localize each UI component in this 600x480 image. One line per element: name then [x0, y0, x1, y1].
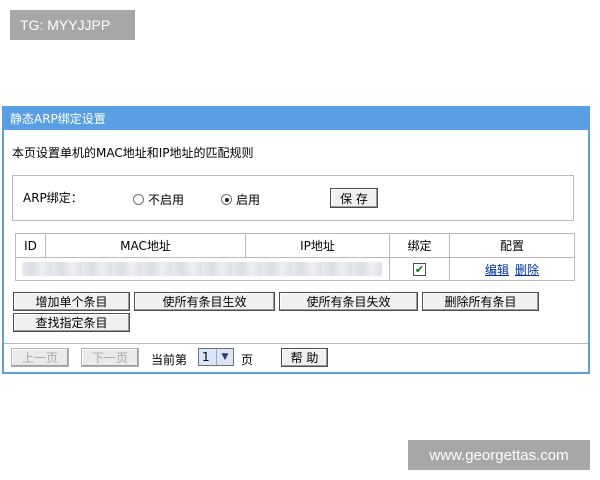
save-button[interactable]: 保 存 — [330, 188, 378, 208]
delete-link[interactable]: 删除 — [515, 261, 539, 278]
enable-all-button[interactable]: 使所有条目生效 — [134, 292, 275, 311]
panel-title-text: 静态ARP绑定设置 — [10, 111, 106, 126]
arp-settings-box: ARP绑定： 不启用 启用 保 存 — [12, 175, 574, 221]
radio-enable-label: 启用 — [236, 193, 261, 207]
chevron-down-icon[interactable]: ▼ — [216, 349, 233, 365]
arp-table: ID MAC地址 IP地址 绑定 配置 ✔ 编辑 删除 — [15, 233, 575, 281]
add-entry-button[interactable]: 增加单个条目 — [13, 292, 130, 311]
page-select[interactable]: 1 ▼ — [198, 348, 234, 366]
panel-border-left — [2, 130, 4, 374]
bound-checkbox[interactable]: ✔ — [413, 262, 426, 276]
header-mac: MAC地址 — [46, 234, 246, 258]
panel-title: 静态ARP绑定设置 — [2, 106, 590, 130]
delete-all-button[interactable]: 删除所有条目 — [422, 292, 539, 311]
watermark-bottom-right: www.georgettas.com — [408, 440, 590, 470]
header-id: ID — [16, 234, 46, 258]
panel-description: 本页设置单机的MAC地址和IP地址的匹配规则 — [12, 146, 254, 160]
disable-all-button[interactable]: 使所有条目失效 — [279, 292, 418, 311]
header-config: 配置 — [450, 234, 574, 258]
arp-binding-label: ARP绑定： — [23, 191, 83, 205]
radio-disable-label: 不启用 — [148, 193, 185, 207]
radio-disable[interactable]: 不启用 — [133, 191, 184, 208]
radio-disable-circle-icon[interactable] — [133, 194, 144, 205]
pager-divider — [4, 343, 588, 344]
bound-cell: ✔ — [390, 258, 450, 280]
panel-border-right — [588, 130, 590, 374]
header-bound: 绑定 — [390, 234, 450, 258]
blurred-data — [22, 262, 382, 276]
current-page-suffix: 页 — [241, 353, 254, 367]
page-select-value: 1 — [199, 349, 216, 365]
header-ip: IP地址 — [246, 234, 390, 258]
watermark-top-left: TG: MYYJJPP — [10, 10, 135, 40]
radio-enable[interactable]: 启用 — [221, 191, 260, 208]
current-page-prefix: 当前第 — [151, 353, 188, 367]
help-button[interactable]: 帮 助 — [281, 348, 328, 367]
find-entry-button[interactable]: 查找指定条目 — [13, 313, 130, 332]
prev-page-button[interactable]: 上一页 — [11, 348, 69, 367]
panel-border-bottom — [2, 372, 590, 374]
config-cell: 编辑 删除 — [450, 258, 574, 280]
next-page-button[interactable]: 下一页 — [81, 348, 139, 367]
edit-link[interactable]: 编辑 — [485, 261, 509, 278]
page-root: TG: MYYJJPP 静态ARP绑定设置 本页设置单机的MAC地址和IP地址的… — [0, 0, 600, 480]
radio-enable-circle-icon[interactable] — [221, 194, 232, 205]
